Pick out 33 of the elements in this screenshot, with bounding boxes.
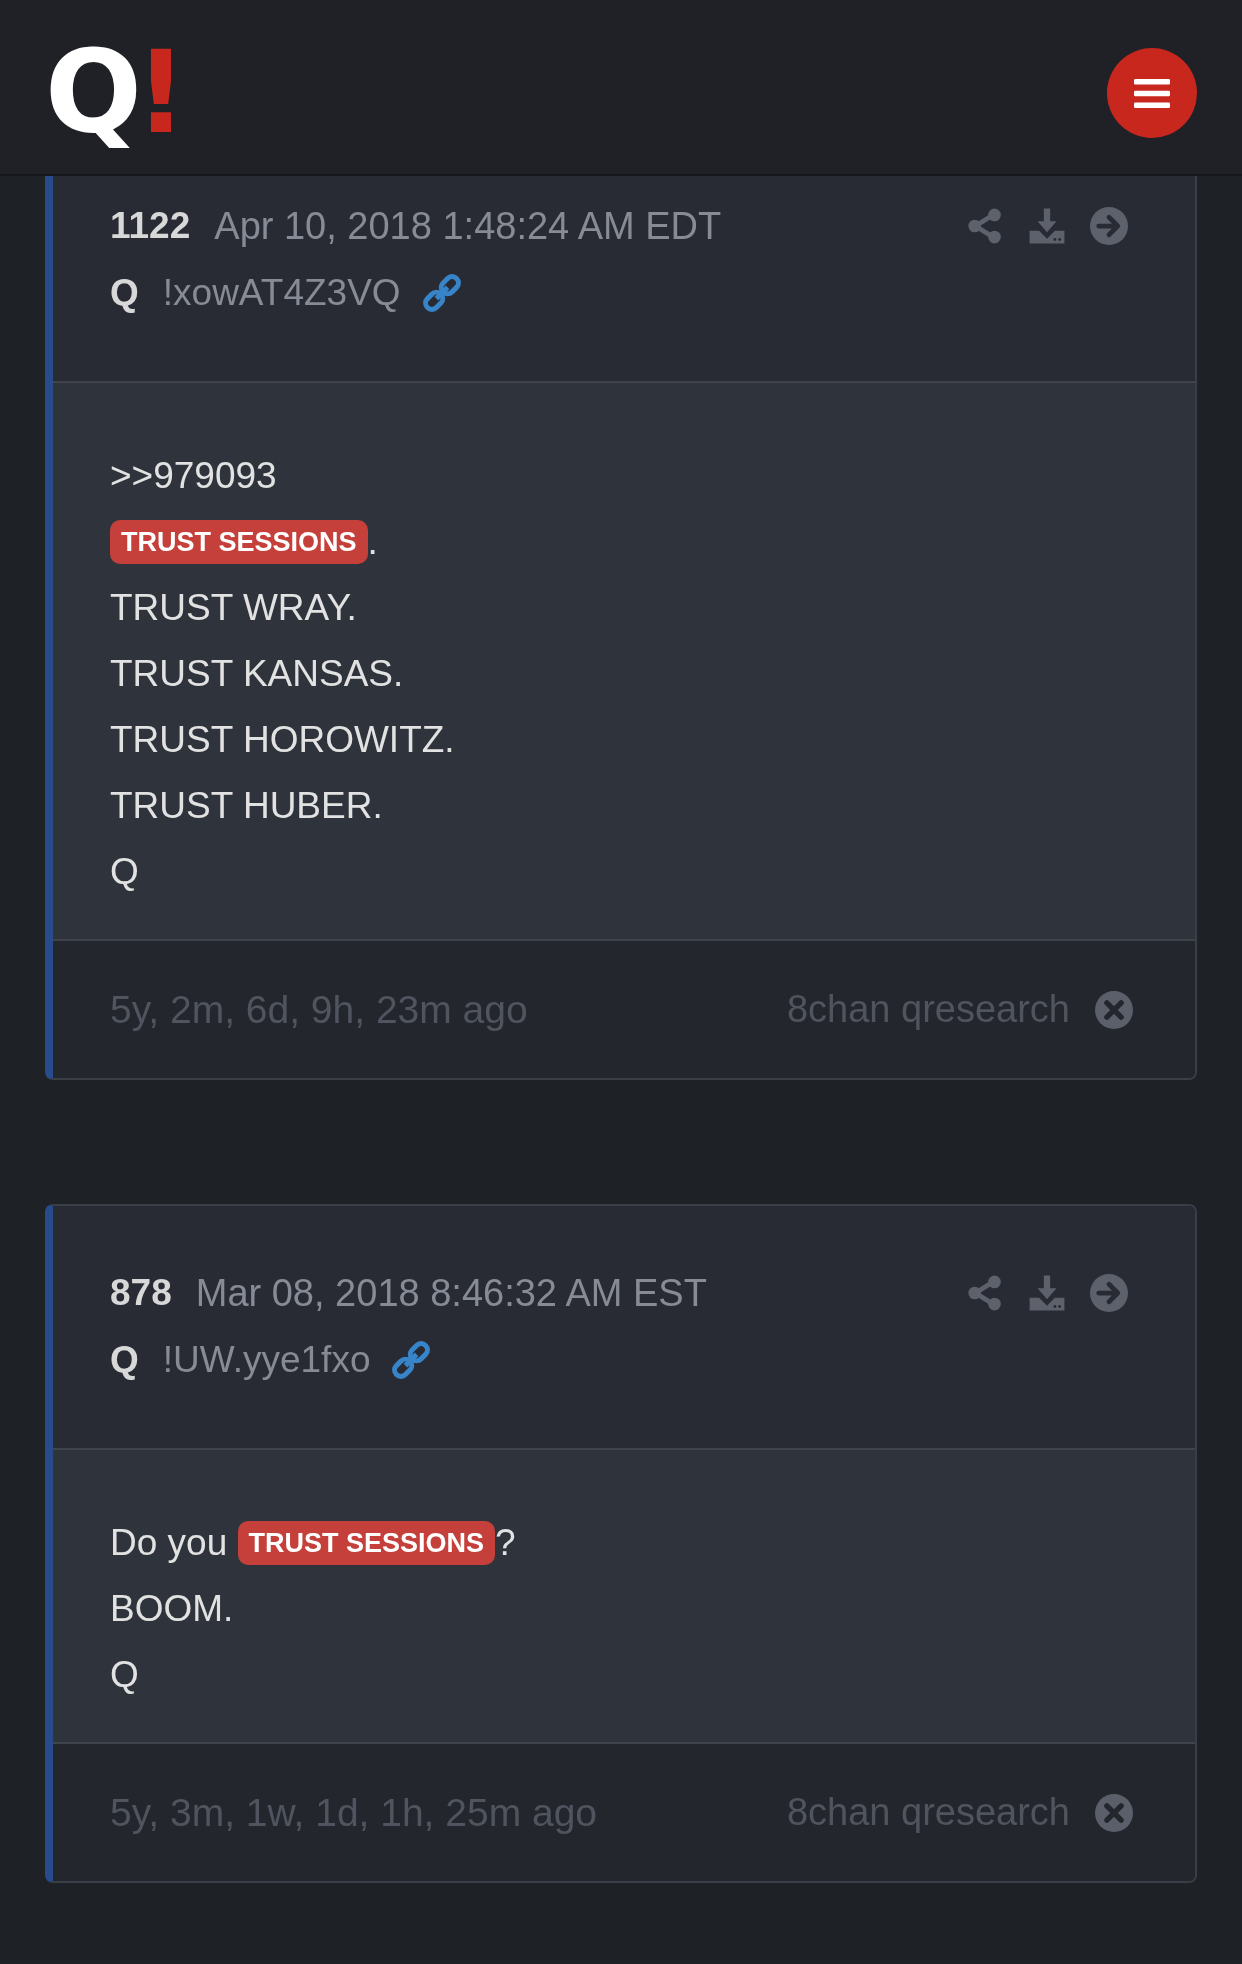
tripcode: !UW.yye1fxo (162, 1339, 371, 1381)
x-circle-icon[interactable] (1095, 990, 1133, 1029)
post-number: 1122 (110, 205, 191, 247)
arrow-circle-icon[interactable] (1090, 1274, 1128, 1312)
post-number: 878 (110, 1272, 172, 1314)
body-text: Q (110, 1654, 139, 1696)
share-icon[interactable] (966, 1274, 1004, 1312)
post-date: Mar 08, 2018 8:46:32 AM EST (195, 1271, 707, 1315)
link-icon[interactable] (422, 274, 461, 312)
site-logo[interactable]: Q! (45, 30, 187, 156)
body-text: >>979093 (110, 455, 277, 497)
arrow-circle-icon[interactable] (1090, 207, 1128, 245)
body-text: ? (495, 1522, 516, 1564)
body-text: BOOM. (110, 1588, 234, 1630)
body-text: TRUST WRAY. (110, 587, 357, 629)
author-name: Q (110, 1339, 139, 1381)
post-date: Apr 10, 2018 1:48:24 AM EDT (214, 204, 722, 248)
author-name: Q (110, 272, 139, 314)
download-icon[interactable] (1028, 207, 1066, 245)
tripcode: !xowAT4Z3VQ (162, 272, 401, 314)
highlight-tag: TRUST SESSIONS (110, 520, 368, 564)
download-icon[interactable] (1028, 1274, 1066, 1312)
x-circle-icon[interactable] (1095, 1793, 1133, 1832)
body-text: TRUST KANSAS. (110, 653, 404, 695)
link-icon[interactable] (392, 1341, 431, 1379)
body-text: TRUST HUBER. (110, 785, 383, 827)
body-text: Q (110, 851, 139, 893)
share-icon[interactable] (966, 207, 1004, 245)
highlight-tag: TRUST SESSIONS (237, 1521, 496, 1565)
body-text: . (367, 521, 378, 563)
body-text: TRUST HOROWITZ. (110, 719, 455, 761)
body-text: Do you (110, 1522, 229, 1564)
menu-icon (1134, 78, 1170, 108)
